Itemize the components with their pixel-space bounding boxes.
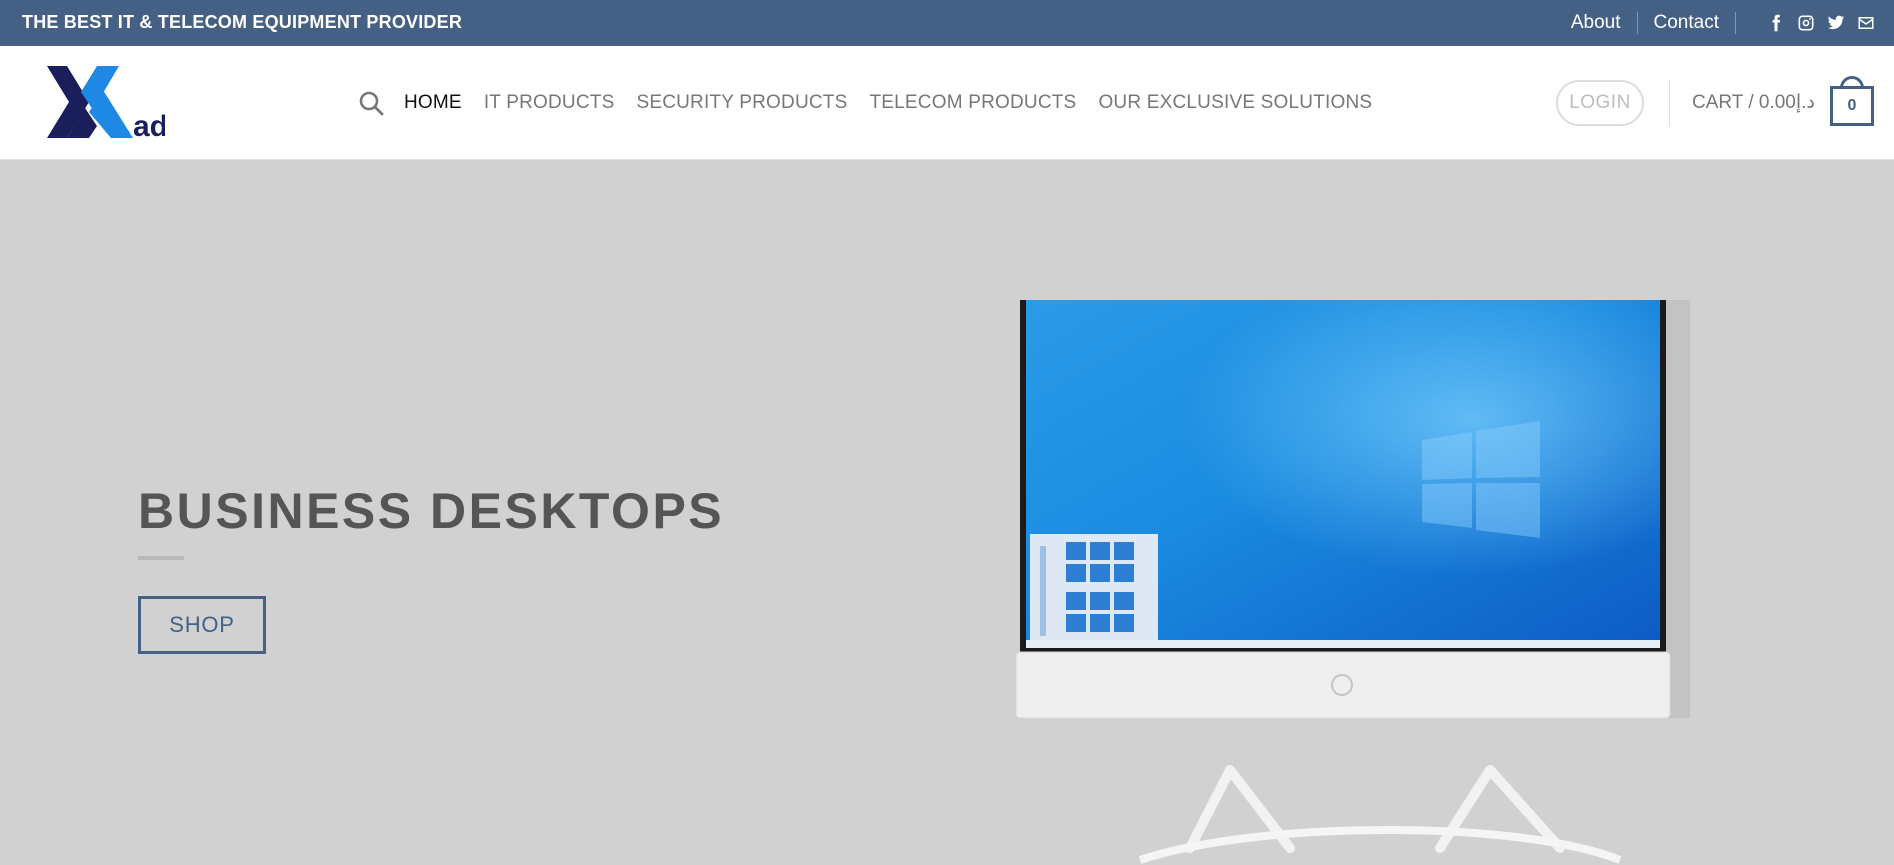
hero-divider [138,556,184,560]
contact-link[interactable]: Contact [1638,12,1735,34]
hero-banner: BUSINESS DESKTOPS SHOP [0,160,1894,865]
tagline: THE BEST IT & TELECOM EQUIPMENT PROVIDER [22,12,463,32]
nav-home[interactable]: HOME [404,92,462,114]
login-button[interactable]: LOGIN [1556,80,1644,126]
site-header: ad HOME IT PRODUCTS SECURITY PRODUCTS TE… [0,46,1894,160]
shop-button[interactable]: SHOP [138,596,266,654]
top-links: About Contact [1555,0,1894,46]
nav-security-products[interactable]: SECURITY PRODUCTS [636,92,847,114]
cart-link[interactable]: CART / 0.00د.إ [1692,91,1815,114]
envelope-icon[interactable] [1856,13,1876,33]
social-links [1766,13,1876,33]
nav-telecom-products[interactable]: TELECOM PRODUCTS [869,92,1076,114]
search-icon[interactable] [358,90,384,116]
nav-it-products[interactable]: IT PRODUCTS [484,92,615,114]
logo-text: ad [133,110,165,140]
cart-count: 0 [1830,86,1874,126]
main-nav: HOME IT PRODUCTS SECURITY PRODUCTS TELEC… [358,46,1394,160]
twitter-icon[interactable] [1826,13,1846,33]
top-bar: THE BEST IT & TELECOM EQUIPMENT PROVIDER… [0,0,1894,46]
about-link[interactable]: About [1555,12,1637,34]
site-logo[interactable]: ad [45,64,168,143]
instagram-icon[interactable] [1796,13,1816,33]
divider [1735,12,1736,34]
desktop-computer-image [1015,300,1690,864]
facebook-icon[interactable] [1766,13,1786,33]
cart-bag-icon[interactable]: 0 [1830,76,1874,126]
hero-title: BUSINESS DESKTOPS [138,483,725,539]
divider [1669,80,1670,126]
nav-exclusive-solutions[interactable]: OUR EXCLUSIVE SOLUTIONS [1098,92,1372,114]
